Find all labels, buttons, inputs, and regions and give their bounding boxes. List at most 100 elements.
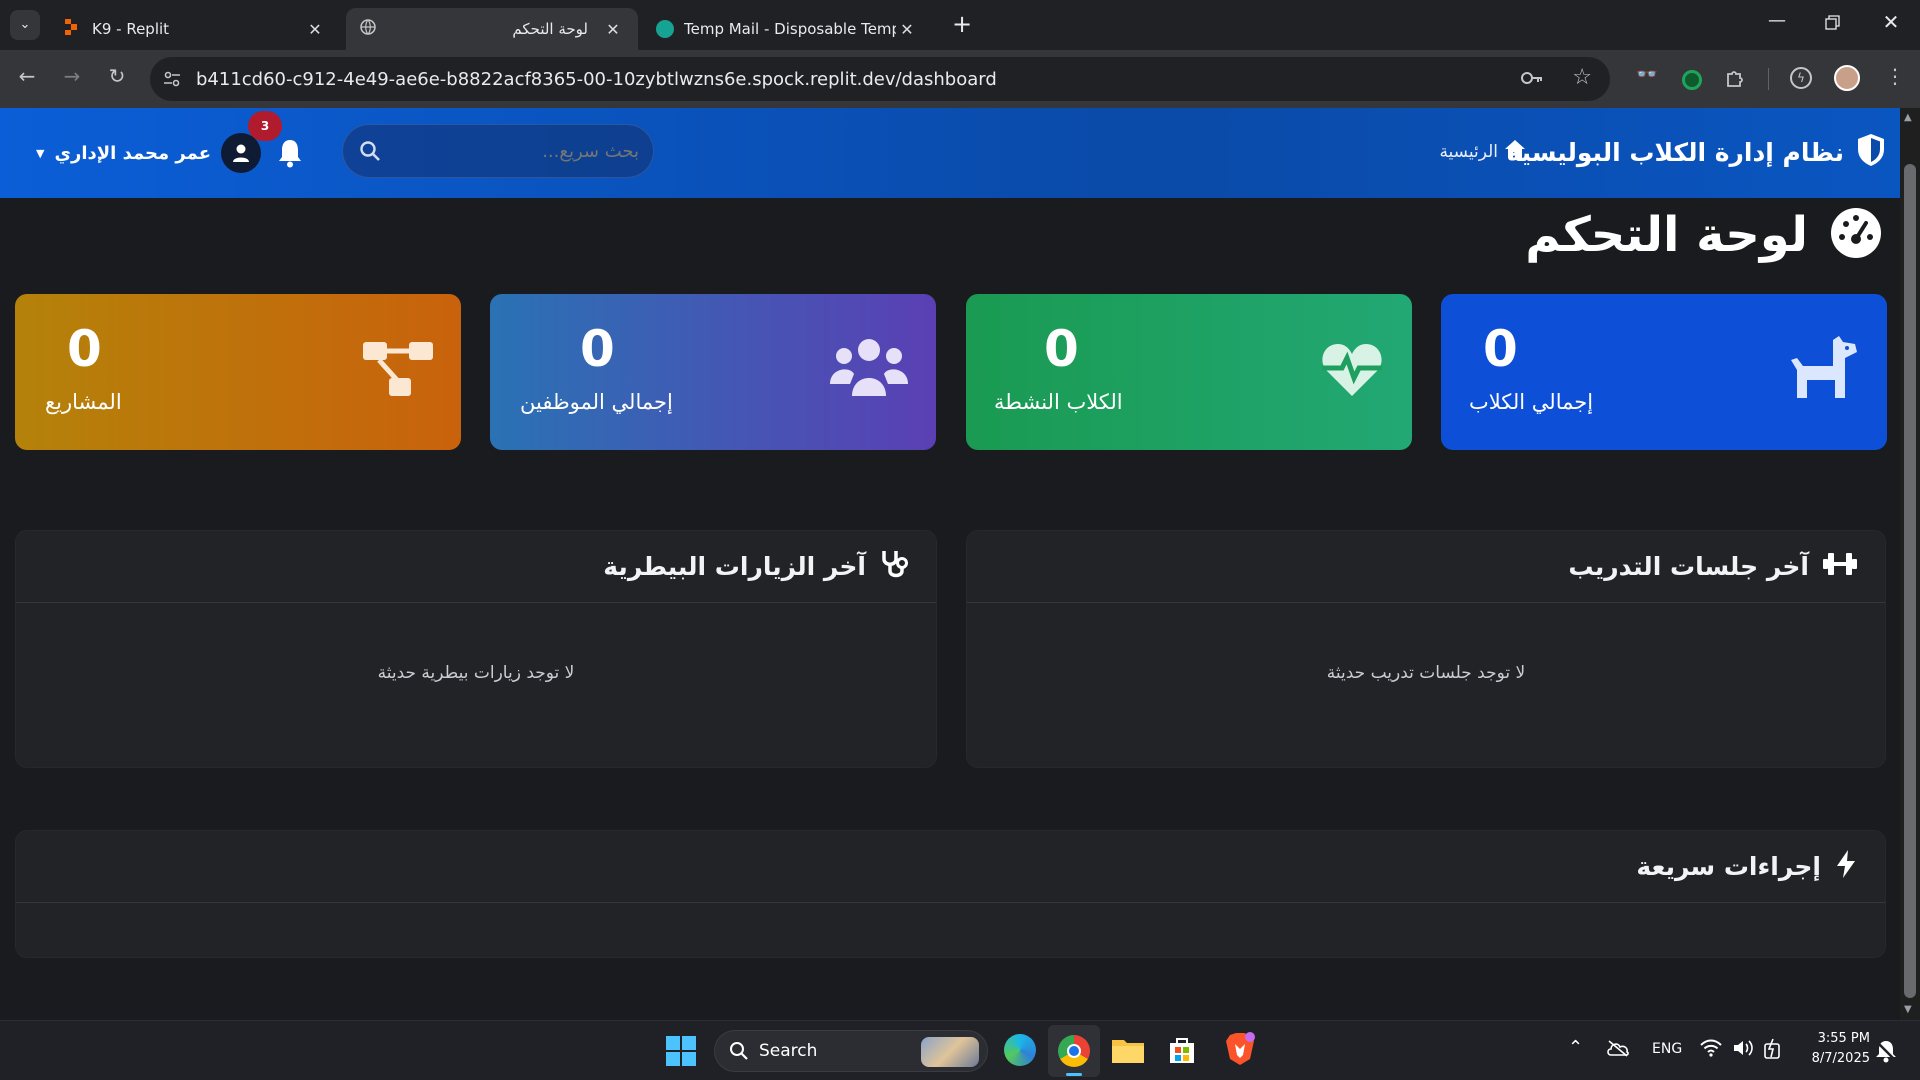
scroll-thumb[interactable] xyxy=(1904,164,1916,998)
extension-eyes-icon[interactable]: 👓 xyxy=(1632,64,1662,85)
window-restore-icon[interactable] xyxy=(1818,12,1848,36)
profile-avatar[interactable] xyxy=(1834,65,1860,91)
replit-icon xyxy=(64,19,82,39)
recent-training-panel: آخر جلسات التدريب لا توجد جلسات تدريب حد… xyxy=(966,530,1886,768)
tempmail-icon xyxy=(656,20,674,38)
taskbar-search[interactable]: Search xyxy=(714,1030,988,1072)
clock[interactable]: 3:55 PM 8/7/2025 xyxy=(1800,1029,1870,1069)
stat-card-projects[interactable]: 0 المشاريع xyxy=(15,294,461,450)
caret-down-icon: ▼ xyxy=(36,146,45,160)
address-bar[interactable]: b411cd60-c912-4e49-ae6e-b8822acf8365-00-… xyxy=(150,57,1610,101)
brand-name: نظام إدارة الكلاب البوليسية xyxy=(1506,137,1844,167)
project-diagram-icon xyxy=(363,340,433,402)
edge-icon[interactable] xyxy=(1004,1034,1036,1066)
back-icon[interactable]: ← xyxy=(12,64,42,88)
page-scrollbar[interactable]: ▲ ▼ xyxy=(1900,108,1920,1020)
tab-dashboard[interactable]: لوحة التحكم ✕ xyxy=(346,8,638,50)
nav-home-link[interactable]: الرئيسية xyxy=(1439,139,1526,164)
tab-search-button[interactable]: ⌄ xyxy=(10,10,40,40)
tachometer-icon xyxy=(1830,207,1882,263)
empty-state-text: لا توجد زيارات بيطرية حديثة xyxy=(377,663,575,683)
home-link-label: الرئيسية xyxy=(1439,141,1498,162)
dog-icon xyxy=(1787,336,1859,406)
microsoft-store-icon[interactable] xyxy=(1168,1035,1196,1069)
stat-label: إجمالي الموظفين xyxy=(520,390,673,414)
quick-search-box[interactable] xyxy=(342,124,654,178)
home-icon xyxy=(1504,139,1526,164)
new-tab-button[interactable]: + xyxy=(948,10,976,38)
menu-kebab-icon[interactable]: ⋮ xyxy=(1880,64,1910,88)
globe-icon xyxy=(360,19,382,39)
panel-header: إجراءات سريعة xyxy=(16,831,1885,903)
panel-title: آخر الزيارات البيطرية xyxy=(603,552,866,581)
quick-actions-panel: إجراءات سريعة xyxy=(15,830,1886,958)
forward-icon[interactable]: → xyxy=(57,64,87,88)
toolbar-divider xyxy=(1768,68,1769,90)
battery-charging-icon[interactable] xyxy=(1762,1038,1782,1064)
search-icon xyxy=(729,1041,749,1065)
reload-icon[interactable]: ↻ xyxy=(102,64,132,88)
dashboard-content: لوحة التحكم 0 إجمالي الكلاب 0 الكلاب الن… xyxy=(0,198,1900,1020)
brand[interactable]: نظام إدارة الكلاب البوليسية xyxy=(1506,132,1886,172)
language-indicator[interactable]: ENG xyxy=(1652,1041,1682,1057)
stat-card-active-dogs[interactable]: 0 الكلاب النشطة xyxy=(966,294,1412,450)
tab-close-icon[interactable]: ✕ xyxy=(896,20,918,39)
stat-label: إجمالي الكلاب xyxy=(1469,390,1594,414)
stat-card-total-staff[interactable]: 0 إجمالي الموظفين xyxy=(490,294,936,450)
scroll-up-arrow[interactable]: ▲ xyxy=(1904,112,1912,123)
extensions-puzzle-icon[interactable] xyxy=(1724,66,1748,94)
stat-card-total-dogs[interactable]: 0 إجمالي الكلاب xyxy=(1441,294,1887,450)
clock-date: 8/7/2025 xyxy=(1811,1051,1870,1066)
url-text: b411cd60-c912-4e49-ae6e-b8822acf8365-00-… xyxy=(196,68,997,90)
user-menu[interactable]: ▼ عمر محمد الإداري xyxy=(36,131,261,175)
users-icon xyxy=(830,336,908,402)
bolt-icon xyxy=(1835,849,1857,884)
window-close-icon[interactable]: ✕ xyxy=(1876,10,1906,34)
windows-taskbar: Search ⌃ ENG 3:55 PM 8/7/2025 xyxy=(0,1020,1920,1080)
window-minimize-icon[interactable]: — xyxy=(1762,10,1792,31)
recent-vet-visits-panel: آخر الزيارات البيطرية لا توجد زيارات بيط… xyxy=(15,530,937,768)
file-explorer-icon[interactable] xyxy=(1112,1037,1144,1067)
notification-center-icon[interactable] xyxy=(1874,1039,1898,1067)
notifications-button[interactable] xyxy=(276,138,308,172)
tab-temp-mail[interactable]: Temp Mail - Disposable Tempor ✕ xyxy=(642,8,932,50)
tab-title: Temp Mail - Disposable Tempor xyxy=(684,20,896,38)
extension-green-icon[interactable] xyxy=(1682,70,1702,90)
dumbbell-icon xyxy=(1823,551,1857,583)
stat-label: الكلاب النشطة xyxy=(994,390,1123,414)
tab-title: لوحة التحكم xyxy=(512,20,588,38)
page-title: لوحة التحكم xyxy=(1525,207,1808,263)
user-avatar-icon xyxy=(220,133,261,173)
wifi-icon[interactable] xyxy=(1700,1039,1722,1061)
chrome-icon[interactable] xyxy=(1048,1025,1100,1077)
performance-icon[interactable]: ϟ xyxy=(1790,67,1812,89)
tab-close-icon[interactable]: ✕ xyxy=(602,20,624,39)
onedrive-offline-icon[interactable] xyxy=(1606,1039,1630,1061)
heartbeat-icon xyxy=(1320,342,1384,402)
password-key-icon[interactable] xyxy=(1520,67,1544,94)
browser-toolbar: ← → ↻ b411cd60-c912-4e49-ae6e-b8822acf83… xyxy=(0,50,1920,108)
browser-tab-bar: ⌄ K9 - Replit ✕ لوحة التحكم ✕ Temp Mail … xyxy=(0,0,1920,50)
search-icon xyxy=(359,140,381,166)
user-name: عمر محمد الإداري xyxy=(54,142,211,164)
quick-search-input[interactable] xyxy=(399,134,639,168)
bookmark-star-icon[interactable]: ☆ xyxy=(1572,65,1592,90)
taskbar-search-label: Search xyxy=(759,1041,818,1061)
panel-title: آخر جلسات التدريب xyxy=(1568,552,1809,581)
panel-title: إجراءات سريعة xyxy=(1636,852,1821,881)
tab-k9-replit[interactable]: K9 - Replit ✕ xyxy=(50,8,340,50)
stat-value: 0 xyxy=(1044,320,1079,378)
brave-icon[interactable] xyxy=(1224,1031,1256,1071)
scroll-down-arrow[interactable]: ▼ xyxy=(1904,1004,1912,1015)
site-info-icon[interactable] xyxy=(162,69,182,94)
tab-title: K9 - Replit xyxy=(92,20,170,38)
panel-header: آخر جلسات التدريب xyxy=(967,531,1885,603)
tab-close-icon[interactable]: ✕ xyxy=(304,20,326,39)
volume-icon[interactable] xyxy=(1732,1039,1754,1061)
stat-value: 0 xyxy=(580,320,615,378)
stat-value: 0 xyxy=(67,320,102,378)
show-hidden-icons[interactable]: ⌃ xyxy=(1568,1037,1583,1058)
page-header: لوحة التحكم xyxy=(1525,204,1882,266)
windows-start-icon[interactable] xyxy=(666,1036,696,1070)
stat-label: المشاريع xyxy=(45,390,122,414)
